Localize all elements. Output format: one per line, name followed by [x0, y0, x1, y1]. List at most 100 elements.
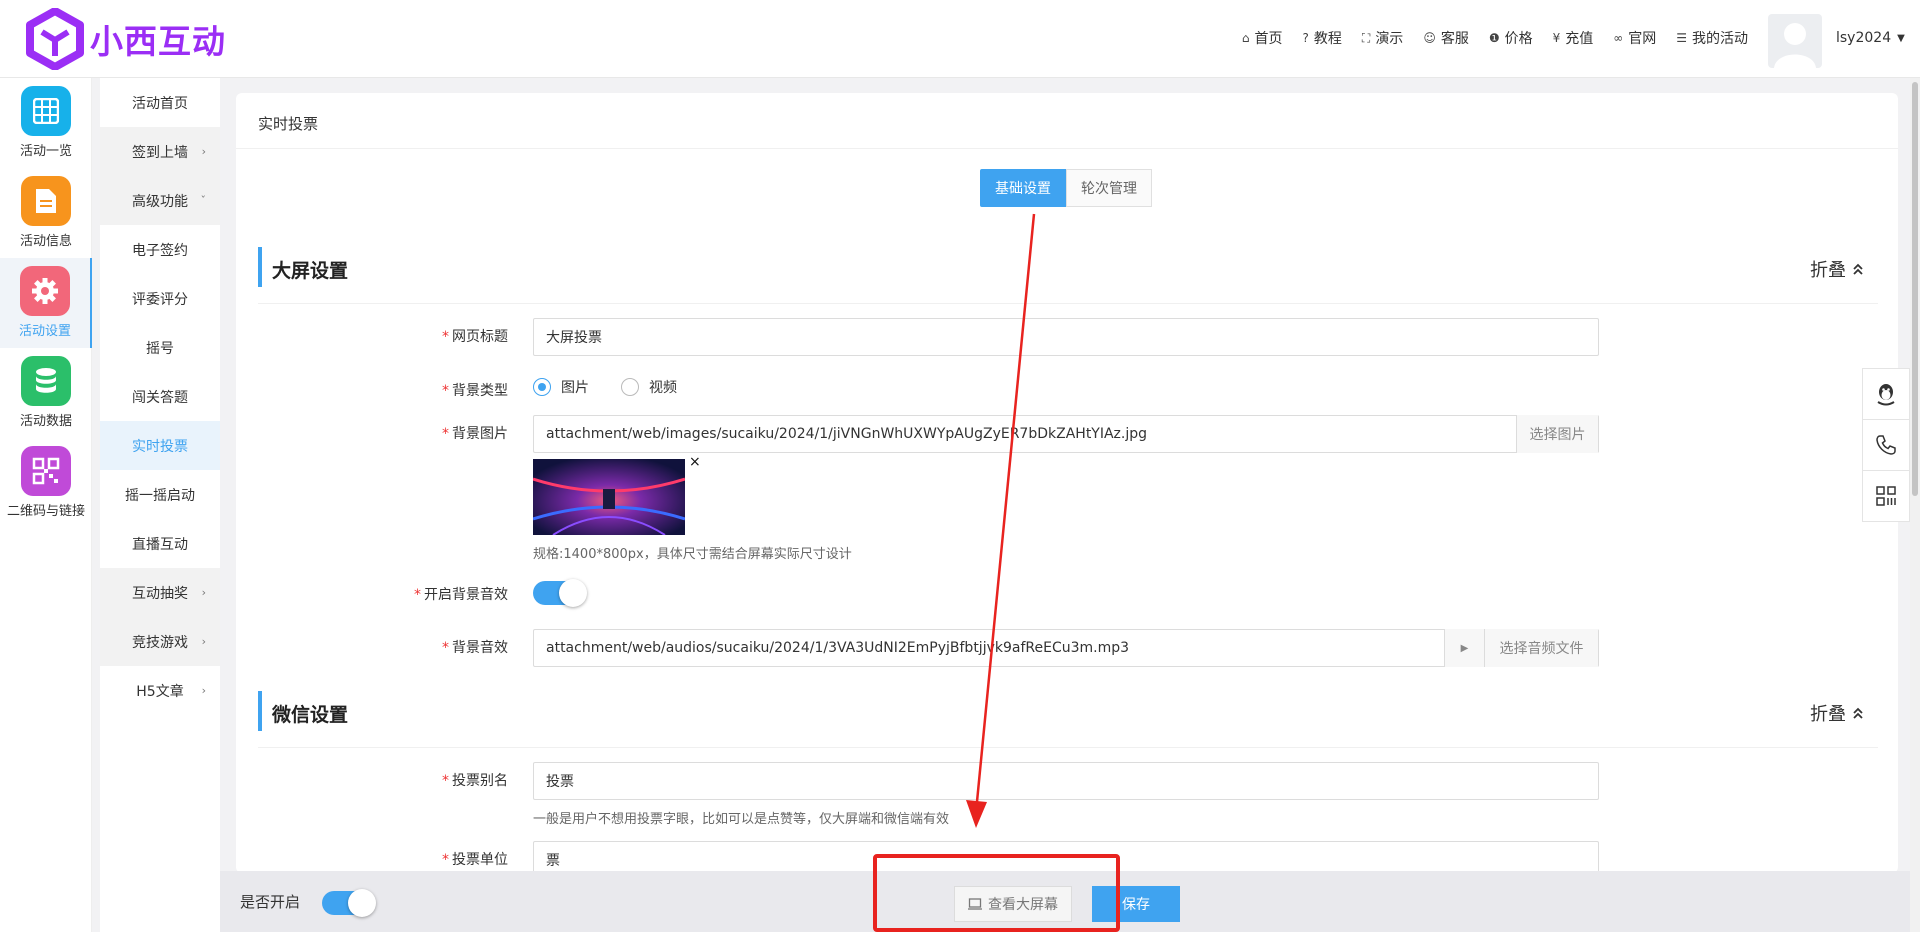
top-navigation: ⌂ 首页 ? 教程 ⛶ 演示 ☺ 客服 ❶ 价格 ¥ 充值 ∞ 官网 ☰ 我的活动: [1242, 28, 1748, 48]
vote-alias-hint: 一般是用户不想用投票字眼，比如可以是点赞等，仅大屏端和微信端有效: [533, 812, 950, 827]
vote-unit-input[interactable]: 票: [533, 841, 1599, 873]
submenu-label: 签到上墙: [132, 144, 188, 161]
submenu-live-interaction[interactable]: 直播互动: [100, 519, 220, 568]
home-icon: ⌂: [1241, 31, 1250, 45]
submenu-checkin-wall[interactable]: 签到上墙 ›: [100, 127, 220, 176]
submenu-label: 竞技游戏: [132, 634, 188, 651]
radio-image[interactable]: [533, 378, 551, 396]
bg-music-path: attachment/web/audios/sucaiku/2024/1/3VA…: [546, 640, 1130, 656]
divider: [236, 148, 1898, 149]
help-icon: ?: [1302, 31, 1309, 45]
smile-icon: ☺: [1423, 31, 1436, 45]
nav-price[interactable]: ❶ 价格: [1489, 28, 1533, 48]
page-title: 实时投票: [258, 115, 319, 133]
field-label-bg-music: * 背景音效: [442, 640, 508, 656]
play-icon[interactable]: ▶: [1444, 629, 1484, 667]
double-chevron-up-icon: [1853, 263, 1863, 275]
submenu-label: 活动首页: [132, 95, 188, 112]
page-title-input[interactable]: 大屏投票: [533, 318, 1599, 356]
nav-tutorial[interactable]: ? 教程: [1303, 28, 1342, 48]
submenu-interactive-lottery[interactable]: 互动抽奖 ›: [100, 568, 220, 617]
field-label-bg-music-toggle: * 开启背景音效: [414, 587, 508, 603]
sidebar-item-activity-list[interactable]: 活动一览: [0, 78, 92, 168]
fold-label: 折叠: [1810, 260, 1846, 281]
scrollbar-thumb[interactable]: [1912, 82, 1918, 496]
submenu-quiz[interactable]: 闯关答题: [100, 372, 220, 421]
choose-audio-button[interactable]: 选择音频文件: [1484, 629, 1598, 667]
nav-label: 充值: [1565, 31, 1594, 47]
nav-label: 演示: [1375, 31, 1404, 47]
qq-contact-button[interactable]: [1862, 368, 1910, 420]
field-label-bg-image: * 背景图片: [442, 426, 508, 442]
bg-type-radio-group: 图片 视频: [533, 377, 677, 397]
tab-round-management[interactable]: 轮次管理: [1066, 169, 1152, 207]
sidebar-item-label: 活动信息: [19, 234, 72, 249]
qrcode-icon: [21, 446, 71, 496]
enable-toggle[interactable]: [322, 889, 376, 917]
sidebar-item-activity-settings[interactable]: 活动设置: [0, 258, 92, 348]
button-label: 查看大屏幕: [988, 897, 1058, 913]
submenu-activity-home[interactable]: 活动首页: [100, 78, 220, 127]
nav-my-activities[interactable]: ☰ 我的活动: [1676, 28, 1748, 48]
sidebar-item-activity-data[interactable]: 活动数据: [0, 348, 92, 438]
nav-label: 首页: [1254, 31, 1283, 47]
bg-image-thumbnail[interactable]: [533, 459, 685, 535]
submenu-live-voting[interactable]: 实时投票: [100, 421, 220, 470]
brand-name: 小西互动: [90, 22, 226, 61]
choose-image-button[interactable]: 选择图片: [1516, 415, 1598, 453]
sidebar-item-qrcode-links[interactable]: 二维码与链接: [0, 438, 92, 528]
bg-image-input[interactable]: attachment/web/images/sucaiku/2024/1/jiV…: [533, 415, 1599, 453]
submenu-competitive-games[interactable]: 竞技游戏 ›: [100, 617, 220, 666]
sidebar-item-activity-info[interactable]: 活动信息: [0, 168, 92, 258]
bg-music-input[interactable]: attachment/web/audios/sucaiku/2024/1/3VA…: [533, 629, 1599, 667]
fold-toggle[interactable]: 折叠: [1810, 256, 1864, 282]
required-mark: *: [442, 426, 449, 442]
user-menu[interactable]: lsy2024 ▼: [1836, 30, 1905, 46]
qrcode-contact-button[interactable]: [1862, 470, 1910, 522]
remove-image-icon[interactable]: ×: [689, 454, 701, 470]
submenu-e-sign[interactable]: 电子签约: [100, 225, 220, 274]
nav-label: 价格: [1504, 31, 1533, 47]
nav-label: 教程: [1313, 31, 1342, 47]
fold-toggle[interactable]: 折叠: [1810, 700, 1864, 726]
vote-alias-input[interactable]: 投票: [533, 762, 1599, 800]
submenu-label: 直播互动: [132, 536, 188, 553]
radio-label: 图片: [561, 380, 589, 396]
nav-official-site[interactable]: ∞ 官网: [1613, 28, 1656, 48]
chevron-right-icon: ›: [201, 586, 206, 599]
nav-support[interactable]: ☺ 客服: [1423, 28, 1469, 48]
submenu-label: 电子签约: [132, 242, 188, 259]
view-bigscreen-button[interactable]: 查看大屏幕: [954, 886, 1072, 922]
page-scrollbar[interactable]: [1910, 78, 1920, 932]
submenu-label: 摇一摇启动: [125, 487, 195, 504]
radio-video[interactable]: [621, 378, 639, 396]
section-header-bigscreen: 大屏设置 折叠: [258, 247, 1878, 287]
toggle-knob: [348, 889, 376, 917]
fold-label: 折叠: [1810, 704, 1846, 725]
logo[interactable]: 小西互动: [26, 8, 226, 70]
chevron-right-icon: ›: [201, 145, 206, 158]
chevron-right-icon: ›: [201, 684, 206, 697]
submenu-shake-start[interactable]: 摇一摇启动: [100, 470, 220, 519]
avatar[interactable]: [1768, 14, 1822, 68]
tab-basic-settings[interactable]: 基础设置: [980, 169, 1066, 207]
save-button[interactable]: 保存: [1092, 886, 1180, 922]
nav-recharge[interactable]: ¥ 充值: [1553, 28, 1594, 48]
radio-label: 视频: [649, 380, 677, 396]
document-icon: [21, 176, 71, 226]
submenu-lottery-number[interactable]: 摇号: [100, 323, 220, 372]
monitor-icon: [968, 898, 982, 910]
bg-image-path: attachment/web/images/sucaiku/2024/1/jiV…: [546, 426, 1148, 442]
submenu-judge-scoring[interactable]: 评委评分: [100, 274, 220, 323]
submenu-advanced-features[interactable]: 高级功能 ˇ: [100, 176, 220, 225]
submenu-h5-article[interactable]: H5文章 ›: [100, 666, 220, 715]
nav-home[interactable]: ⌂ 首页: [1242, 28, 1283, 48]
nav-demo[interactable]: ⛶ 演示: [1362, 28, 1403, 48]
phone-contact-button[interactable]: [1862, 419, 1910, 471]
top-header: 小西互动 ⌂ 首页 ? 教程 ⛶ 演示 ☺ 客服 ❶ 价格 ¥ 充值 ∞ 官网 ☰ 我的活动 l…: [0, 0, 1920, 78]
grid-icon: [21, 86, 71, 136]
bg-music-toggle[interactable]: [533, 579, 587, 607]
secondary-sidebar: 活动首页 签到上墙 › 高级功能 ˇ 电子签约 评委评分 摇号 闯关答题 实时投票 …: [100, 78, 220, 932]
tab-bar: 基础设置 轮次管理: [980, 169, 1152, 207]
phone-icon: [1876, 435, 1896, 455]
